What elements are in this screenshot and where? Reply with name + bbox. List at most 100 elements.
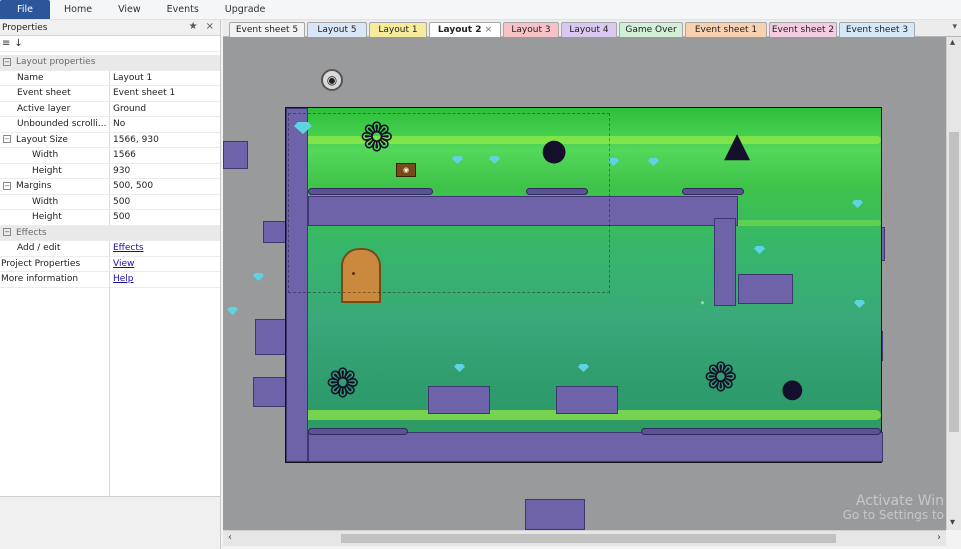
tab-layout-2[interactable]: Layout 2 × [429,22,501,37]
vertical-scrollbar[interactable]: ▴ ▾ [946,37,961,530]
menu-view[interactable]: View [106,0,153,19]
collapse-icon[interactable]: − [3,181,11,190]
platform[interactable] [223,141,248,169]
prop-value[interactable]: 1566, 930 [110,133,220,148]
plant-icon[interactable]: ● [781,376,804,402]
pin-icon[interactable]: ★ [189,21,198,32]
tab-close-icon[interactable]: × [485,25,493,35]
section-layout-properties[interactable]: − Layout properties [0,55,220,71]
level-area[interactable]: ❁ ● ▲ ❁ ❁ ● ◉ [285,107,883,463]
tab-event-sheet-3[interactable]: Event sheet 3 [839,22,915,37]
collapse-icon[interactable]: − [3,228,11,236]
prop-value[interactable]: 930 [110,164,220,179]
platform[interactable] [556,386,618,414]
collapse-icon[interactable]: − [3,57,11,66]
scroll-down-icon[interactable]: ▾ [950,517,955,528]
section-effects[interactable]: − Effects [0,225,220,241]
prop-project-properties[interactable]: Project Properties View [0,256,220,272]
prop-value[interactable]: 1566 [110,148,220,163]
tab-event-sheet-5[interactable]: Event sheet 5 [229,22,305,37]
thorn-tree-icon[interactable]: ❁ [360,118,394,158]
platform[interactable] [738,274,793,304]
prop-label: Layout Size [16,134,68,145]
prop-layout-size[interactable]: − Layout Size 1566, 930 [0,132,220,148]
platform[interactable] [308,196,738,226]
tab-layout-1[interactable]: Layout 1 [369,22,427,37]
menu-file[interactable]: File [0,0,50,19]
prop-label: Height [0,163,110,178]
menu-bar: File Home View Events Upgrade [0,0,961,20]
mushroom-icon[interactable]: ▲ [724,128,750,162]
sprite-icon[interactable]: ◉ [321,69,343,91]
scroll-left-icon[interactable]: ‹ [228,532,232,543]
tab-layout-5[interactable]: Layout 5 [307,22,367,37]
plant-icon[interactable]: ● [541,136,567,166]
prop-more-information[interactable]: More information Help [0,272,220,288]
wall[interactable] [286,108,308,462]
prop-value[interactable]: Layout 1 [110,71,220,86]
horizontal-scroll-thumb[interactable] [341,534,836,543]
tab-layout-3[interactable]: Layout 3 [503,22,559,37]
watermark-line2: Go to Settings to [842,508,944,522]
thorn-tree-icon[interactable]: ❁ [704,358,738,398]
scroll-right-icon[interactable]: › [937,532,941,543]
platform[interactable] [525,499,585,530]
prop-active-layer[interactable]: Active layer Ground [0,101,220,117]
prop-margins[interactable]: − Margins 500, 500 [0,179,220,195]
close-icon[interactable]: × [206,21,214,32]
layout-canvas[interactable]: ◉ ❁ ● ▲ ❁ ❁ ● ◉ Activate Win Go to Setti… [223,37,946,530]
menu-upgrade[interactable]: Upgrade [213,0,278,19]
categorized-icon[interactable]: ≡ [2,38,10,49]
prop-layout-width[interactable]: Width 1566 [0,148,220,164]
watermark-line1: Activate Win [855,493,944,509]
tab-layout-4[interactable]: Layout 4 [561,22,617,37]
gem-icon[interactable] [754,246,765,254]
gem-icon[interactable] [578,364,589,372]
gem-icon[interactable] [854,300,865,308]
prop-margins-height[interactable]: Height 500 [0,210,220,226]
tab-event-sheet-2[interactable]: Event sheet 2 [769,22,837,37]
gem-icon[interactable] [253,273,264,281]
prop-value[interactable]: 500, 500 [110,179,220,194]
gem-icon[interactable] [489,156,500,164]
prop-value[interactable]: Event sheet 1 [110,86,220,101]
help-link[interactable]: Help [113,274,134,284]
gem-icon[interactable] [608,158,619,166]
thorn-tree-icon[interactable]: ❁ [326,364,360,404]
gem-icon[interactable] [227,307,238,315]
prop-value[interactable]: 500 [110,210,220,225]
scroll-up-icon[interactable]: ▴ [950,37,955,48]
platform-top [308,188,433,195]
gem-icon[interactable] [452,156,463,164]
prop-value[interactable]: 500 [110,195,220,210]
sign-icon[interactable]: ◉ [396,163,416,177]
tab-game-over[interactable]: Game Over [619,22,683,37]
gem-icon[interactable] [454,364,465,372]
gem-icon[interactable] [648,158,659,166]
prop-margins-width[interactable]: Width 500 [0,194,220,210]
horizontal-scrollbar[interactable]: ‹ › [223,530,946,546]
prop-value[interactable]: Ground [110,102,220,117]
door-icon[interactable] [341,248,381,303]
prop-layout-height[interactable]: Height 930 [0,163,220,179]
gem-icon[interactable] [852,200,863,208]
menu-home[interactable]: Home [52,0,104,19]
tab-event-sheet-1[interactable]: Event sheet 1 [685,22,767,37]
vertical-scroll-thumb[interactable] [949,132,959,432]
effects-link[interactable]: Effects [113,243,144,253]
dropdown-icon[interactable]: ▾ [952,22,957,32]
collapse-icon[interactable]: − [3,135,11,143]
prop-add-edit-effects[interactable]: Add / edit Effects [0,241,220,257]
platform[interactable] [428,386,490,414]
view-link[interactable]: View [113,259,134,269]
menu-events[interactable]: Events [155,0,211,19]
platform[interactable] [308,432,883,462]
prop-label: Width [0,194,110,209]
prop-event-sheet[interactable]: Event sheet Event sheet 1 [0,86,220,102]
platform[interactable] [714,218,736,306]
prop-label: Unbounded scrolli... [0,117,110,132]
prop-value[interactable]: No [110,117,220,132]
prop-unbounded-scrolling[interactable]: Unbounded scrolli... No [0,117,220,133]
alphabetical-icon[interactable]: ↓ [14,38,22,49]
prop-name[interactable]: Name Layout 1 [0,70,220,86]
